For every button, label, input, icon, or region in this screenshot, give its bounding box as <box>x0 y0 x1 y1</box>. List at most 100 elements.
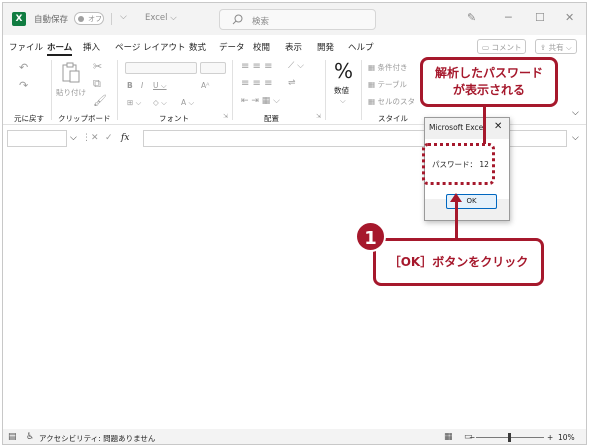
tab-help[interactable]: ヘルプ <box>348 41 374 53</box>
format-painter-icon[interactable]: 🖌 <box>93 94 107 107</box>
group-label-styles: スタイル <box>378 114 408 123</box>
font-name-dropdown[interactable] <box>125 62 197 74</box>
comments-label: コメント <box>491 43 522 52</box>
tab-file[interactable]: ファイル <box>9 41 43 53</box>
align-top-icon[interactable]: ≡ ≡ ≡ <box>241 61 273 72</box>
undo-icon[interactable]: ↶ <box>19 61 28 74</box>
group-label-font: フォント <box>159 114 189 123</box>
search-icon <box>232 14 243 25</box>
alignment-launcher-icon[interactable]: ⇲ <box>316 113 321 120</box>
dialog-title: Microsoft Excel <box>429 123 486 132</box>
fill-color-icon[interactable]: ◇ ⌵ <box>153 98 167 108</box>
share-button[interactable]: ⇪ 共有 ⌵ <box>535 39 577 54</box>
cell-styles-button[interactable]: ▦ セルのスタ <box>368 96 415 107</box>
search-box[interactable]: 検索 <box>219 9 376 30</box>
tab-insert[interactable]: 挿入 <box>83 41 100 53</box>
autosave-label: 自動保存 <box>34 15 69 25</box>
group-label-undo: 元に戻す <box>14 114 44 123</box>
callout-line-1: 解析したパスワード <box>434 66 543 80</box>
ribbon-separator <box>325 60 326 120</box>
document-title[interactable]: Excel ⌵ <box>145 13 177 23</box>
highlight-frame <box>422 143 495 185</box>
comments-button[interactable]: ▭ コメント <box>477 39 527 54</box>
copy-icon[interactable]: ⧉ <box>93 77 101 91</box>
callout-connector <box>483 106 486 144</box>
accessibility-icon[interactable]: ♿ <box>26 432 34 442</box>
tab-view[interactable]: 表示 <box>285 41 302 53</box>
zoom-level[interactable]: 10% <box>558 433 575 442</box>
wrap-text-icon[interactable]: ⇌ <box>288 78 296 88</box>
search-placeholder: 検索 <box>252 17 270 27</box>
formula-expand-icon[interactable]: ⌵ <box>572 133 579 143</box>
toggle-knob <box>78 16 84 22</box>
maximize-icon[interactable]: ☐ <box>535 11 545 24</box>
font-size-dropdown[interactable] <box>200 62 226 74</box>
tab-developer[interactable]: 開発 <box>317 41 334 53</box>
group-label-alignment: 配置 <box>264 114 279 123</box>
ribbon-separator <box>232 60 233 120</box>
insert-function-icon[interactable]: fx <box>121 133 129 143</box>
normal-view-icon[interactable]: ▦ <box>444 432 453 442</box>
tab-formulas[interactable]: 数式 <box>189 41 206 53</box>
share-label: 共有 <box>548 43 564 52</box>
excel-logo-icon: X <box>12 12 26 26</box>
conditional-format-button[interactable]: ▦ 条件付き <box>368 62 407 73</box>
pen-icon[interactable]: ✎ <box>467 11 476 24</box>
dialog-close-icon[interactable]: ✕ <box>494 121 502 132</box>
orientation-icon[interactable]: ⟋ ⌵ <box>288 61 304 71</box>
status-bar: ▤ ♿ アクセシビリティ: 問題ありません ▦ ▭ − + 10% <box>3 429 586 444</box>
step-connector <box>455 199 458 239</box>
bold-icon[interactable]: B <box>127 81 133 90</box>
ribbon-separator <box>51 60 52 120</box>
tab-page-layout[interactable]: ページ レイアウト <box>115 41 186 53</box>
align-left-icon[interactable]: ≡ ≡ ≡ <box>241 78 273 89</box>
font-size-grow-icon[interactable]: Aᴬ <box>201 81 209 90</box>
paste-label: 貼り付け <box>56 88 86 97</box>
ribbon-collapse-icon[interactable]: ⌵ <box>572 108 579 118</box>
underline-icon[interactable]: U ⌵ <box>153 81 167 91</box>
group-label-clipboard: クリップボード <box>58 114 111 123</box>
zoom-slider-thumb[interactable] <box>508 433 511 442</box>
enter-icon[interactable]: ✓ <box>105 133 113 143</box>
minimize-icon[interactable]: ─ <box>505 11 512 24</box>
indent-icon[interactable]: ⇤ ⇥ ▦ ⌵ <box>241 96 280 106</box>
cell-styles-label: セルのスタ <box>377 97 415 106</box>
border-icon[interactable]: ⊞ ⌵ <box>127 98 141 108</box>
zoom-in-icon[interactable]: + <box>547 433 553 442</box>
autosave-toggle[interactable]: オフ <box>74 12 104 25</box>
callout-box: 解析したパスワード が表示される <box>420 57 558 107</box>
autosave-state: オフ <box>88 15 102 23</box>
step-number-badge: 1 <box>355 221 386 252</box>
name-box[interactable] <box>7 130 67 147</box>
redo-icon[interactable]: ↷ <box>19 79 28 92</box>
font-launcher-icon[interactable]: ⇲ <box>223 113 228 120</box>
tab-home[interactable]: ホーム <box>47 41 72 53</box>
accessibility-status[interactable]: アクセシビリティ: 問題ありません <box>39 433 155 444</box>
callout-line-2: が表示される <box>452 83 525 97</box>
title-bar: X 自動保存 オフ ⌵ Excel ⌵ 検索 ✎ ─ ☐ ✕ <box>3 3 586 35</box>
number-label[interactable]: 数値 <box>334 85 349 96</box>
zoom-out-icon[interactable]: − <box>469 433 475 442</box>
paste-icon[interactable] <box>61 62 81 84</box>
step-callout: ［OK］ボタンをクリック <box>373 238 544 286</box>
title-divider <box>111 13 112 25</box>
customize-qat-icon[interactable]: ⌵ <box>120 12 127 22</box>
excel-window: X 自動保存 オフ ⌵ Excel ⌵ 検索 ✎ ─ ☐ ✕ ファイル ホーム … <box>2 2 587 445</box>
format-as-table-button[interactable]: ▦ テーブル <box>368 79 407 90</box>
name-box-dropdown-icon[interactable]: ⌵ <box>70 133 77 143</box>
number-dropdown-icon[interactable]: ⌵ <box>340 96 346 106</box>
tab-review[interactable]: 校閲 <box>253 41 270 53</box>
tab-data[interactable]: データ <box>219 41 245 53</box>
formula-divider-icon: ⋮ <box>82 133 91 143</box>
italic-icon[interactable]: I <box>141 81 143 90</box>
conditional-format-label: 条件付き <box>377 63 408 72</box>
cancel-icon[interactable]: ✕ <box>91 133 99 143</box>
font-color-icon[interactable]: A ⌵ <box>181 98 194 108</box>
arrow-up-icon <box>450 193 462 202</box>
ribbon-separator <box>117 60 118 120</box>
format-as-table-label: テーブル <box>377 80 408 89</box>
number-format-icon[interactable]: % <box>334 59 353 83</box>
close-window-icon[interactable]: ✕ <box>565 11 574 24</box>
cut-icon[interactable]: ✂ <box>93 60 102 73</box>
cell-mode-icon: ▤ <box>8 432 17 442</box>
